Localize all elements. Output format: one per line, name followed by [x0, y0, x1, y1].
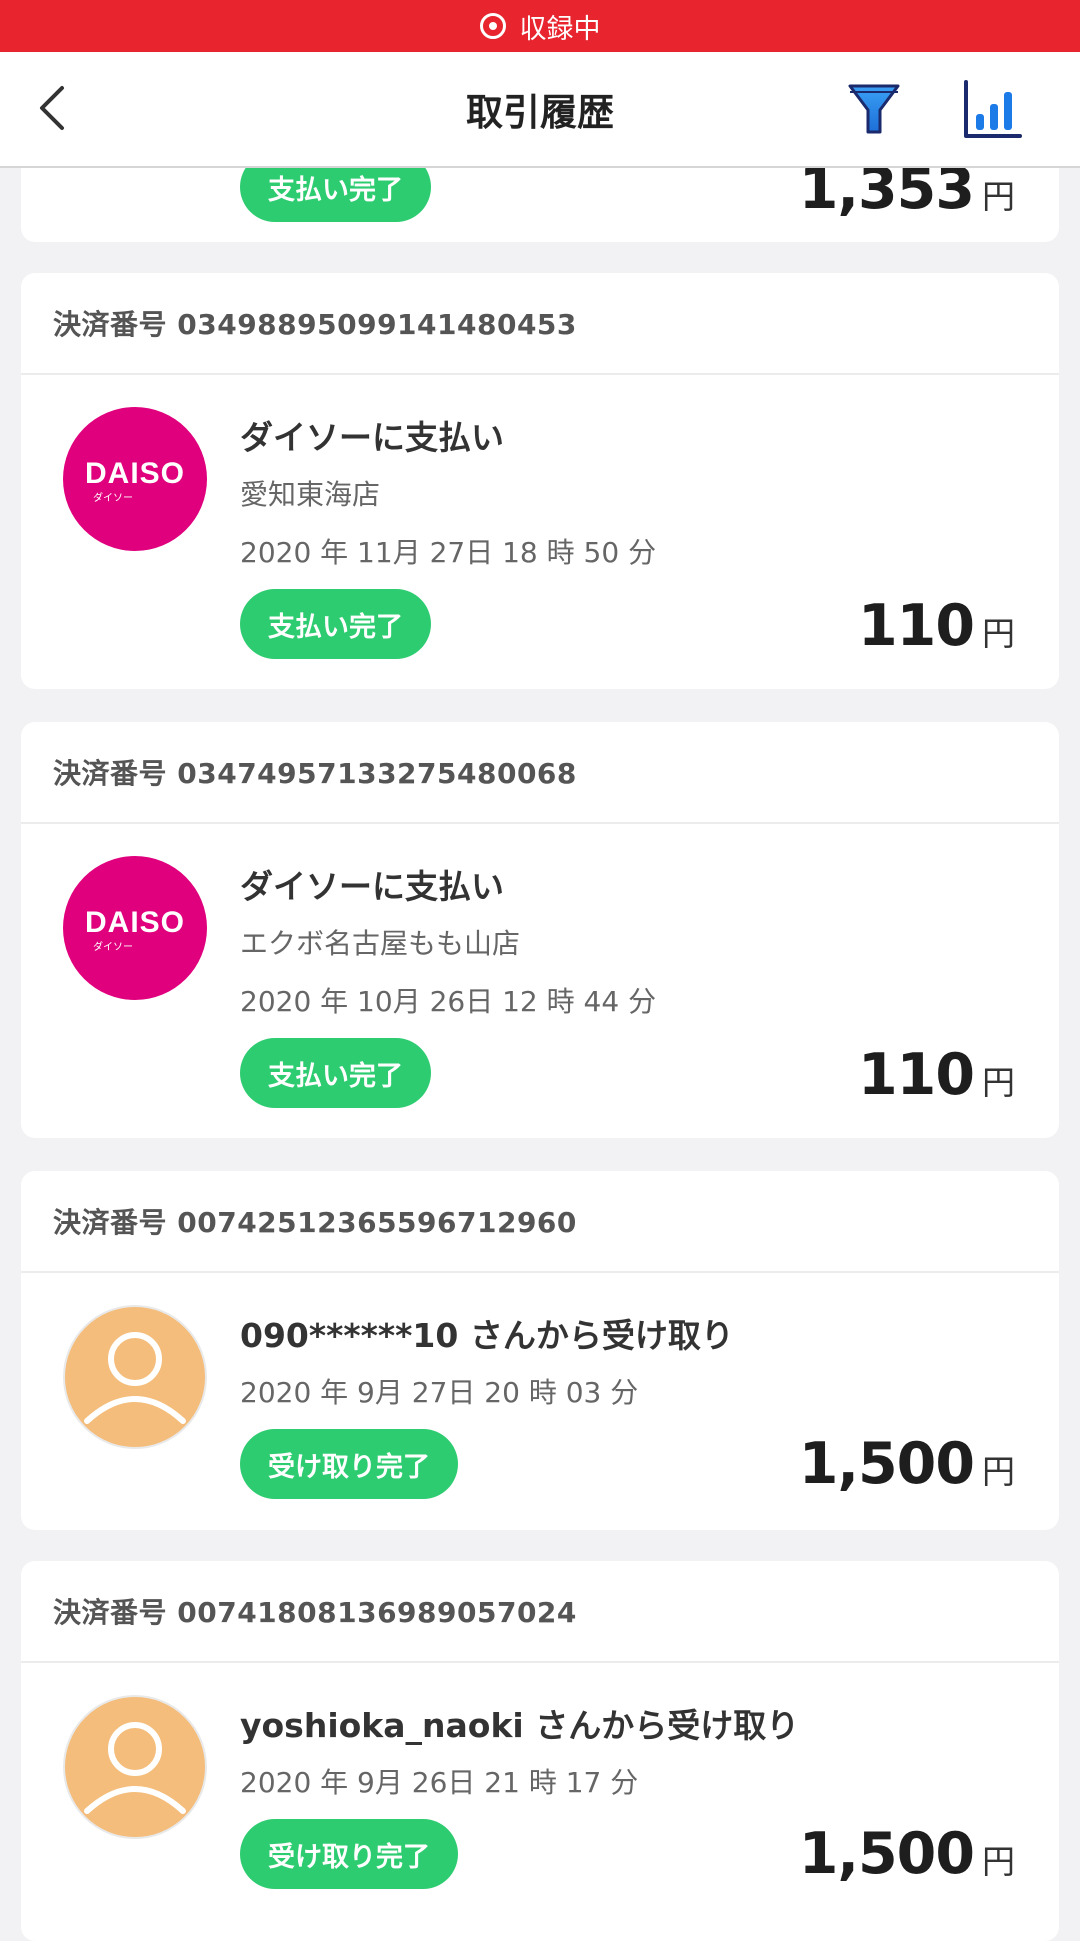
navigation-header: 取引履歴 [0, 52, 1080, 168]
status-badge: 受け取り完了 [240, 1429, 458, 1499]
recording-status-bar: 収録中 [0, 0, 1080, 52]
daiso-logo: DAISO ダイソー [63, 856, 207, 1000]
filter-button[interactable] [846, 80, 902, 140]
amount-value: 110 [858, 593, 975, 659]
amount-unit: 円 [982, 1452, 1015, 1491]
daiso-logo: DAISO ダイソー [63, 407, 207, 551]
payment-number: 決済番号 03474957133275480068 [21, 722, 1059, 824]
store-name: エクボ名古屋もも山店 [240, 927, 521, 960]
filter-icon [848, 84, 900, 134]
amount: 1,500 円 [799, 1431, 1015, 1497]
transaction-title: yoshioka_naoki さんから受け取り [240, 1706, 800, 1745]
logo-text: DAISO [85, 457, 185, 490]
transaction-datetime: 2020 年 9月 26日 21 時 17 分 [240, 1766, 639, 1799]
user-avatar [63, 1305, 207, 1449]
transaction-card[interactable]: 決済番号 00741808136989057024 yoshioka_naoki… [21, 1561, 1059, 1941]
page-title: 取引履歴 [466, 91, 614, 134]
transaction-card[interactable]: 決済番号 0349889509914148045​3 DAISO ダイソー ダイ… [21, 273, 1059, 689]
amount-unit: 円 [982, 1842, 1015, 1881]
amount-unit: 円 [982, 614, 1015, 653]
status-badge: 支払い完了 [240, 1038, 431, 1108]
transaction-title: 090******10 さんから受け取り [240, 1316, 734, 1355]
amount: 1,500 円 [799, 1821, 1015, 1887]
transaction-datetime: 2020 年 10月 26日 12 時 44 分 [240, 985, 657, 1018]
store-name: 愛知東海店 [240, 478, 381, 511]
transaction-datetime: 2020 年 11月 27日 18 時 50 分 [240, 536, 657, 569]
statistics-button[interactable] [960, 78, 1024, 142]
amount: 110 円 [858, 593, 1015, 659]
amount-unit: 円 [982, 177, 1015, 216]
transaction-card[interactable]: 決済番号 00742512365596712960 090******10 さん… [21, 1171, 1059, 1530]
payment-number: 決済番号 00741808136989057024 [21, 1561, 1059, 1663]
user-avatar [63, 1695, 207, 1839]
amount: 110 円 [858, 1042, 1015, 1108]
record-icon [479, 13, 506, 39]
logo-subtext: ダイソー [93, 940, 133, 953]
amount-unit: 円 [982, 1063, 1015, 1102]
transaction-datetime: 2020 年 9月 27日 20 時 03 分 [240, 1376, 639, 1409]
transaction-title: ダイソーに支払い [240, 867, 504, 906]
payment-number: 決済番号 0349889509914148045​3 [21, 273, 1059, 375]
recording-label: 収録中 [519, 13, 601, 45]
transaction-card[interactable]: 決済番号 03474957133275480068 DAISO ダイソー ダイソ… [21, 722, 1059, 1138]
status-badge: 受け取り完了 [240, 1819, 458, 1889]
transaction-title: ダイソーに支払い [240, 418, 504, 457]
user-icon [84, 1332, 186, 1424]
amount-value: 1,500 [798, 1431, 975, 1497]
amount-value: 110 [858, 1042, 975, 1108]
logo-text: DAISO [85, 906, 185, 939]
logo-subtext: ダイソー [93, 491, 133, 504]
status-badge: 支払い完了 [240, 589, 431, 659]
bar-chart-icon [964, 80, 1022, 138]
user-icon [84, 1722, 186, 1814]
amount-value: 1,500 [798, 1821, 975, 1887]
payment-number: 決済番号 00742512365596712960 [21, 1171, 1059, 1273]
